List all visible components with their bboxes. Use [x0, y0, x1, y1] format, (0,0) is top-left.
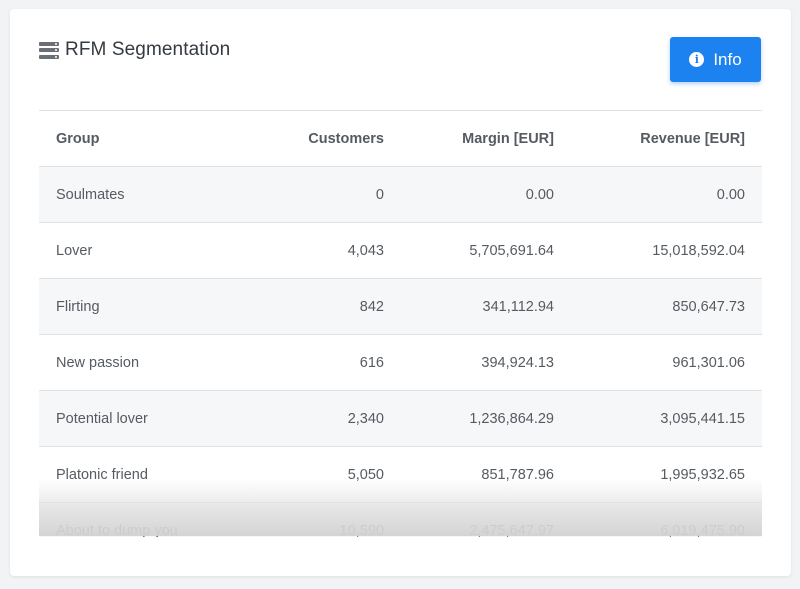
- cell-customers: 0: [252, 166, 401, 223]
- cell-customers: 842: [252, 278, 401, 335]
- table-row: Flirting 842 341,112.94 850,647.73: [39, 278, 762, 335]
- info-button-label: Info: [713, 49, 742, 69]
- table-row: Soulmates 0 0.00 0.00: [39, 166, 762, 223]
- cell-group: Potential lover: [39, 390, 252, 447]
- cell-group: Soulmates: [39, 166, 252, 223]
- cell-customers: 5,050: [252, 446, 401, 503]
- cell-group: New passion: [39, 334, 252, 391]
- cell-group: Platonic friend: [39, 446, 252, 503]
- cell-margin: 394,924.13: [401, 334, 571, 391]
- cell-group: About to dump you: [39, 502, 252, 537]
- panel-header: RFM Segmentation: [39, 39, 230, 61]
- cell-revenue: 850,647.73: [571, 278, 762, 335]
- cell-revenue: 3,095,441.15: [571, 390, 762, 447]
- cell-revenue: 6,019,475.90: [571, 502, 762, 537]
- table-row: About to dump you 10,590 2,475,647.97 6,…: [39, 502, 762, 537]
- cell-group: Flirting: [39, 278, 252, 335]
- rfm-segmentation-panel: RFM Segmentation i Info Group Customers …: [10, 9, 791, 576]
- cell-margin: 1,236,864.29: [401, 390, 571, 447]
- cell-customers: 4,043: [252, 222, 401, 279]
- server-icon: [39, 41, 59, 59]
- column-header-revenue[interactable]: Revenue [EUR]: [571, 111, 762, 167]
- cell-revenue: 0.00: [571, 166, 762, 223]
- cell-customers: 10,590: [252, 502, 401, 537]
- column-header-group[interactable]: Group: [39, 111, 252, 167]
- cell-revenue: 15,018,592.04: [571, 222, 762, 279]
- cell-margin: 0.00: [401, 166, 571, 223]
- column-header-customers[interactable]: Customers: [252, 111, 401, 167]
- column-header-margin[interactable]: Margin [EUR]: [401, 111, 571, 167]
- info-circle-icon: i: [689, 52, 705, 67]
- cell-revenue: 1,995,932.65: [571, 446, 762, 503]
- rfm-table: Group Customers Margin [EUR] Revenue [EU…: [39, 111, 762, 537]
- info-button[interactable]: i Info: [670, 37, 761, 82]
- table-row: Lover 4,043 5,705,691.64 15,018,592.04: [39, 222, 762, 279]
- cell-revenue: 961,301.06: [571, 334, 762, 391]
- cell-margin: 341,112.94: [401, 278, 571, 335]
- cell-group: Lover: [39, 222, 252, 279]
- panel-title: RFM Segmentation: [65, 39, 231, 60]
- cell-customers: 616: [252, 334, 401, 391]
- cell-margin: 2,475,647.97: [401, 502, 571, 537]
- cell-margin: 5,705,691.64: [401, 222, 571, 279]
- table-header-row: Group Customers Margin [EUR] Revenue [EU…: [39, 111, 762, 167]
- rfm-table-container[interactable]: Group Customers Margin [EUR] Revenue [EU…: [39, 110, 762, 537]
- table-row: Platonic friend 5,050 851,787.96 1,995,9…: [39, 446, 762, 503]
- table-row: Potential lover 2,340 1,236,864.29 3,095…: [39, 390, 762, 447]
- cell-margin: 851,787.96: [401, 446, 571, 503]
- table-row: New passion 616 394,924.13 961,301.06: [39, 334, 762, 391]
- cell-customers: 2,340: [252, 390, 401, 447]
